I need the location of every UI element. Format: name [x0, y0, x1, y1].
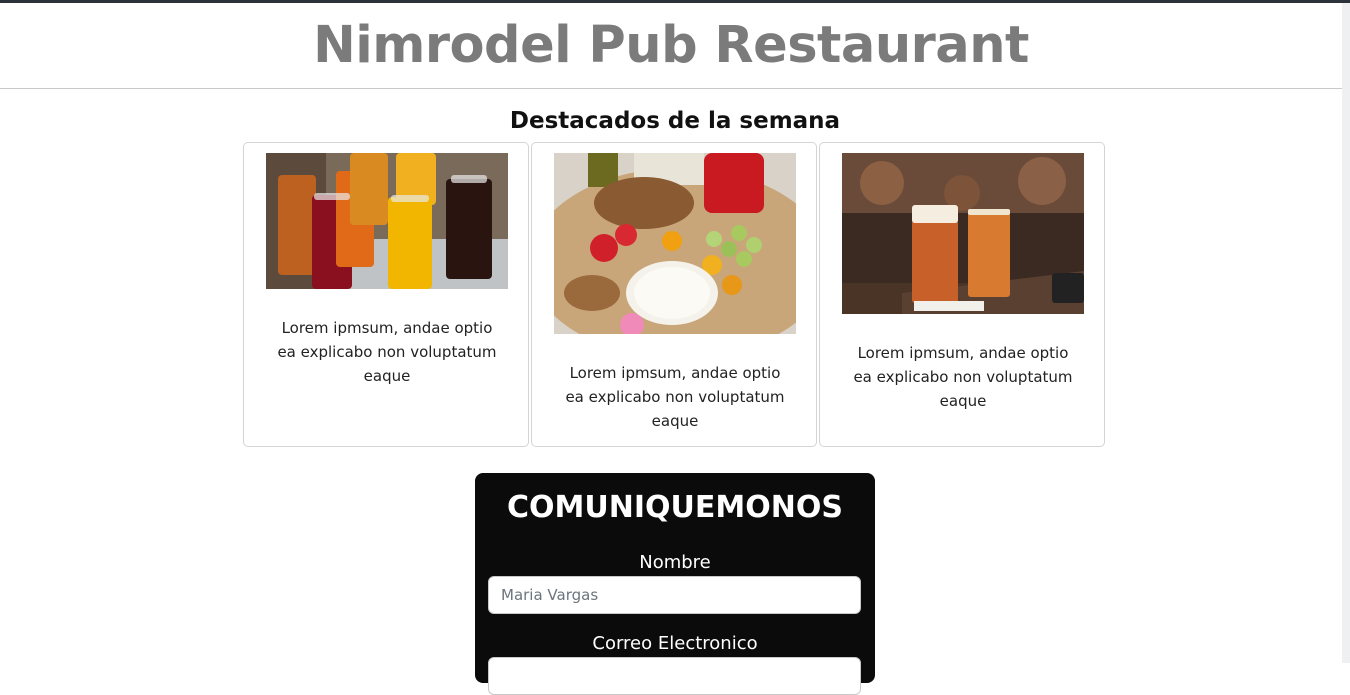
site-header: Nimrodel Pub Restaurant: [0, 3, 1342, 89]
name-label: Nombre: [639, 552, 711, 573]
name-input[interactable]: [488, 576, 861, 614]
card-description: Lorem ipmsum, andae optio ea explicabo n…: [853, 344, 1073, 410]
beer-glasses-photo: [842, 153, 1084, 314]
featured-card-drinks: Lorem ipmsum, andae optio ea explicabo n…: [243, 142, 529, 447]
contact-form: COMUNIQUEMONOS Nombre Correo Electronico: [475, 473, 875, 695]
featured-card-platter: Lorem ipmsum, andae optio ea explicabo n…: [531, 142, 817, 447]
card-description: Lorem ipmsum, andae optio ea explicabo n…: [277, 319, 497, 385]
featured-section-title: Destacados de la semana: [509, 108, 841, 134]
scrollbar-track[interactable]: [1342, 3, 1350, 663]
card-description: Lorem ipmsum, andae optio ea explicabo n…: [565, 364, 785, 430]
contact-title: COMUNIQUEMONOS: [507, 490, 843, 525]
featured-cards: Lorem ipmsum, andae optio ea explicabo n…: [243, 142, 1107, 449]
cheese-fruit-platter-photo: [554, 153, 796, 334]
featured-card-beer: Lorem ipmsum, andae optio ea explicabo n…: [819, 142, 1105, 447]
email-label: Correo Electronico: [592, 633, 758, 654]
site-title: Nimrodel Pub Restaurant: [313, 16, 1029, 75]
juice-glasses-photo: [266, 153, 508, 289]
